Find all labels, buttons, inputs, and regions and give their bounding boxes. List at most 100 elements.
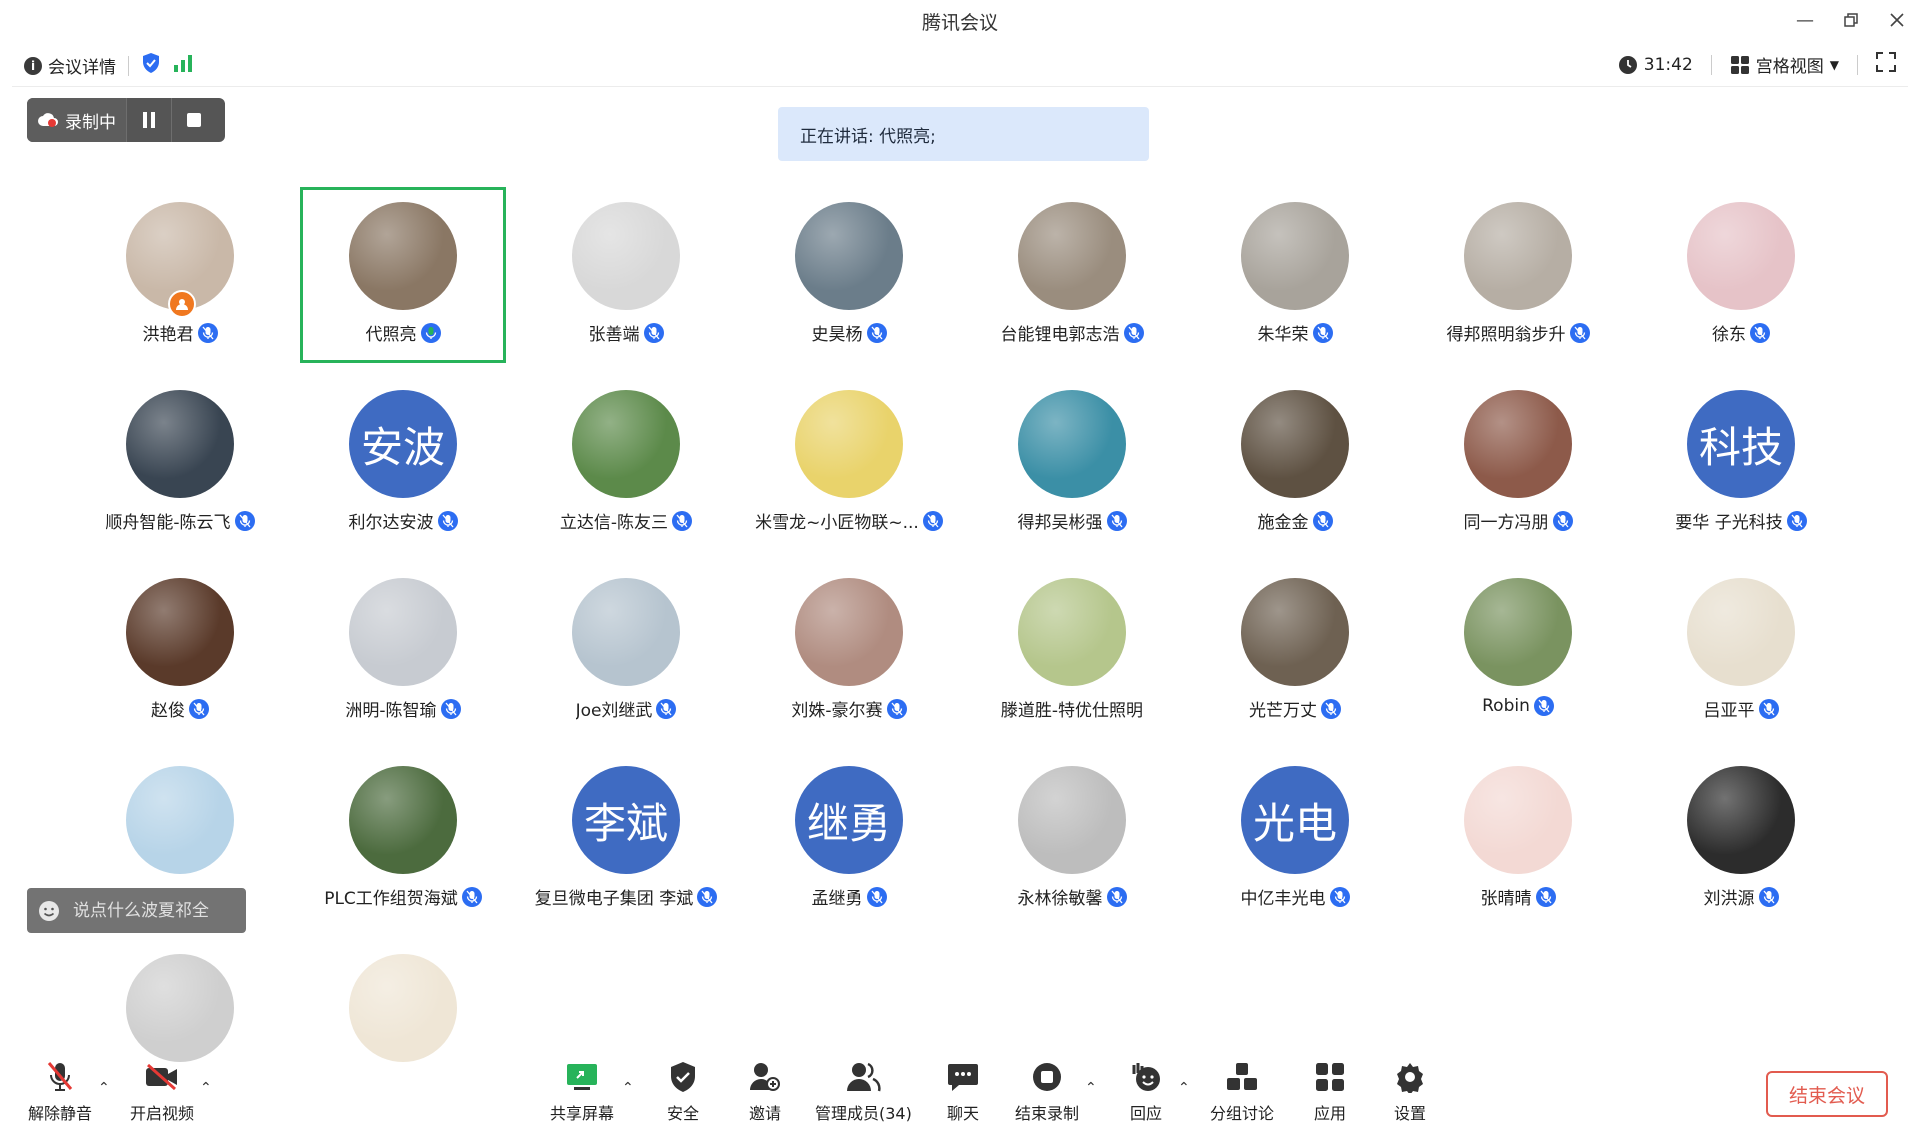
chat-input[interactable] (71, 899, 225, 922)
mic-muted-icon (1312, 322, 1333, 343)
participant-avatar (349, 202, 457, 310)
participant-name-row: 徐东 (1641, 320, 1841, 345)
share-screen-button[interactable]: 共享屏幕 (550, 1060, 614, 1124)
stop-record-icon (1033, 1063, 1061, 1091)
reactions-options-caret[interactable]: ⌃ (1178, 1080, 1190, 1096)
participant-avatar (1464, 390, 1572, 498)
participant-avatar (126, 578, 234, 686)
participant-name-row: 张晴晴 (1418, 884, 1618, 909)
reactions-button[interactable]: 回应 (1128, 1060, 1164, 1124)
participant-tile[interactable]: 吕亚平 (1641, 566, 1841, 736)
participant-avatar (795, 202, 903, 310)
record-options-caret[interactable]: ⌃ (1085, 1080, 1097, 1096)
share-options-caret[interactable]: ⌃ (622, 1080, 634, 1096)
participant-tile[interactable]: 得邦照明翁步升 (1418, 190, 1618, 360)
restore-button[interactable] (1834, 6, 1868, 34)
chat-button[interactable]: 聊天 (945, 1060, 981, 1124)
participant-name: 利尔达安波 (348, 513, 434, 533)
participant-tile[interactable]: 同一方冯朋 (1418, 378, 1618, 548)
network-quality-button[interactable] (173, 53, 195, 78)
view-mode-dropdown[interactable]: 宫格视图 ▼ (1730, 52, 1839, 77)
participant-tile[interactable]: 洪艳君 (80, 190, 280, 360)
breakout-rooms-icon (1227, 1063, 1257, 1090)
participant-avatar (572, 390, 680, 498)
participant-name: 顺舟智能-陈云飞 (105, 513, 231, 533)
participant-tile[interactable]: 赵俊 (80, 566, 280, 736)
participant-tile[interactable]: 徐东 (1641, 190, 1841, 360)
participant-tile[interactable]: 继勇 孟继勇 (749, 754, 949, 924)
participant-name: 得邦照明翁步升 (1446, 325, 1566, 345)
shield-check-icon (143, 53, 159, 73)
participant-tile[interactable]: 刘姝-豪尔赛 (749, 566, 949, 736)
pause-icon (143, 112, 155, 128)
participant-tile[interactable]: 张善端 (526, 190, 726, 360)
mic-muted-icon (1106, 510, 1127, 531)
chevron-down-icon: ▼ (1829, 57, 1839, 72)
participant-tile[interactable]: 李斌 复旦微电子集团 李斌 (526, 754, 726, 924)
participant-tile[interactable]: 滕道胜-特优仕照明 (972, 566, 1172, 736)
participant-tile[interactable]: Robin (1418, 566, 1618, 736)
manage-members-button[interactable]: 管理成员(34) (815, 1060, 912, 1124)
participant-name-row: 朱华荣 (1195, 320, 1395, 345)
participant-tile[interactable]: 洲明-陈智瑜 (303, 566, 503, 736)
participant-name: Robin (1482, 696, 1530, 716)
end-meeting-button[interactable]: 结束会议 (1766, 1071, 1888, 1117)
participant-name-row: Joe刘继武 (526, 696, 726, 721)
participant-tile[interactable]: 代照亮 (300, 187, 506, 363)
participant-tile[interactable]: 安波 利尔达安波 (303, 378, 503, 548)
participant-avatar (795, 578, 903, 686)
mic-muted-icon (886, 698, 907, 719)
participant-tile[interactable]: PLC工作组贺海斌 (303, 754, 503, 924)
members-icon (847, 1062, 882, 1092)
window-title: 腾讯会议 (921, 12, 998, 34)
stop-icon (187, 113, 201, 127)
start-video-button[interactable]: 开启视频 (130, 1060, 194, 1124)
participant-tile[interactable]: 朱华荣 (1195, 190, 1395, 360)
minimize-icon: — (1796, 9, 1814, 31)
participant-tile[interactable]: 光芒万丈 (1195, 566, 1395, 736)
video-options-caret[interactable]: ⌃ (200, 1080, 212, 1096)
participant-tile[interactable]: 施金金 (1195, 378, 1395, 548)
security-shield-button[interactable] (141, 52, 161, 79)
participant-tile[interactable]: 光电 中亿丰光电 (1195, 754, 1395, 924)
breakout-button[interactable]: 分组讨论 (1210, 1060, 1274, 1124)
end-recording-button[interactable]: 结束录制 (1015, 1060, 1079, 1124)
participant-tile[interactable]: 永林徐敏馨 (972, 754, 1172, 924)
participant-tile[interactable]: 立达信-陈友三 (526, 378, 726, 548)
participant-name: 米雪龙~小匠物联~... (755, 513, 919, 533)
participant-tile[interactable]: 得邦吴彬强 (972, 378, 1172, 548)
fullscreen-button[interactable] (1876, 52, 1896, 77)
participant-tile[interactable]: 史昊杨 (749, 190, 949, 360)
shield-icon (671, 1062, 695, 1092)
participant-tile[interactable]: Joe刘继武 (526, 566, 726, 736)
emoji-icon[interactable] (37, 899, 61, 923)
participant-tile[interactable]: 米雪龙~小匠物联~... (749, 378, 949, 548)
manage-members-label: 管理成员(34) (815, 1104, 912, 1123)
participant-tile[interactable]: 科技 要华 子光科技 (1641, 378, 1841, 548)
participant-avatar (126, 954, 234, 1062)
mic-muted-icon (1321, 698, 1341, 719)
meeting-details-button[interactable]: i 会议详情 (24, 53, 116, 78)
invite-label: 邀请 (748, 1104, 781, 1123)
unmute-button[interactable]: 解除静音 (28, 1060, 92, 1124)
participant-tile[interactable]: 刘洪源 (1641, 754, 1841, 924)
close-button[interactable] (1880, 6, 1914, 34)
recording-status[interactable]: 录制中 (27, 98, 126, 142)
apps-icon (1316, 1063, 1344, 1091)
stop-recording-button[interactable] (171, 98, 216, 142)
participant-avatar (1018, 390, 1126, 498)
mic-muted-icon (866, 886, 887, 907)
cloud-record-icon (38, 113, 58, 127)
security-button[interactable]: 安全 (665, 1060, 701, 1124)
settings-button[interactable]: 设置 (1392, 1060, 1428, 1124)
pause-recording-button[interactable] (126, 98, 171, 142)
audio-options-caret[interactable]: ⌃ (98, 1080, 110, 1096)
participant-tile[interactable]: 张晴晴 (1418, 754, 1618, 924)
minimize-button[interactable]: — (1788, 6, 1822, 34)
invite-button[interactable]: 邀请 (747, 1060, 783, 1124)
participant-tile[interactable]: 台能锂电郭志浩 (972, 190, 1172, 360)
mic-muted-icon (1758, 886, 1779, 907)
participant-tile[interactable]: 顺舟智能-陈云飞 (80, 378, 280, 548)
mic-muted-icon (643, 322, 664, 343)
apps-button[interactable]: 应用 (1312, 1060, 1348, 1124)
